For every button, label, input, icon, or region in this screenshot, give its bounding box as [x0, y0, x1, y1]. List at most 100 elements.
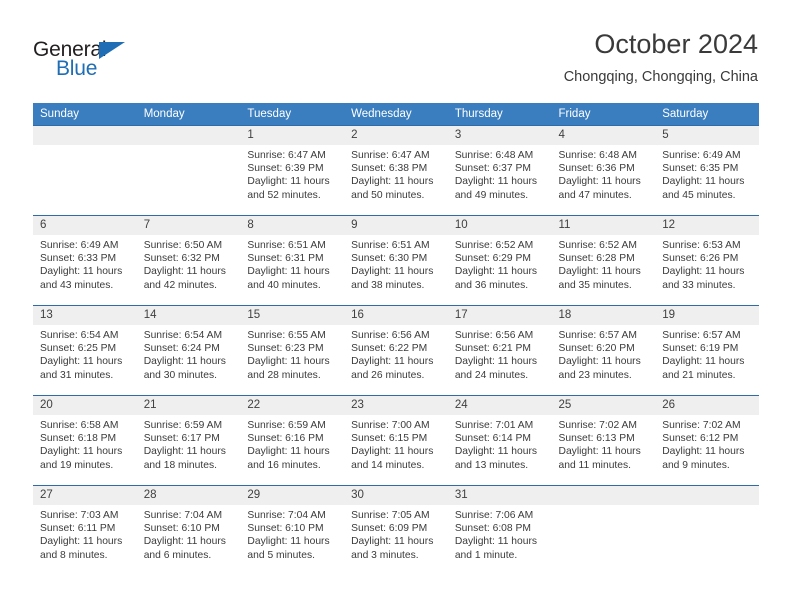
sun-info: Sunrise: 7:06 AM Sunset: 6:08 PM Daylight:…: [448, 505, 552, 562]
sunset-text: Sunset: 6:13 PM: [558, 433, 635, 445]
sunset-text: Sunset: 6:10 PM: [143, 523, 220, 535]
day-number: 1: [240, 126, 345, 145]
calendar-week-row: 1 Sunrise: 6:47 AM Sunset: 6:39 PM Daylight…: [33, 125, 759, 216]
daylight-text-line1: Daylight: 11 hours: [143, 266, 226, 278]
daylight-text-line2: and 11 minutes.: [558, 459, 632, 471]
sun-info: Sunrise: 6:58 AM Sunset: 6:18 PM Daylight:…: [33, 415, 137, 472]
calendar-day-cell[interactable]: 17 Sunrise: 6:56 AM Sunset: 6:21 PM Dayligh…: [447, 305, 552, 396]
calendar-cell-inner: 10 Sunrise: 6:52 AM Sunset: 6:29 PM Dayligh…: [447, 216, 552, 305]
calendar-day-cell[interactable]: 26 Sunrise: 7:02 AM Sunset: 6:12 PM Dayligh…: [655, 395, 759, 486]
calendar-day-cell[interactable]: 22 Sunrise: 6:59 AM Sunset: 6:16 PM Dayligh…: [240, 395, 345, 486]
calendar-cell-inner: [551, 486, 656, 576]
sunset-text: Sunset: 6:24 PM: [143, 343, 220, 355]
sunset-text: Sunset: 6:20 PM: [558, 343, 635, 355]
calendar-day-cell[interactable]: 6 Sunrise: 6:49 AM Sunset: 6:33 PM Daylight…: [33, 215, 137, 306]
sunset-text: Sunset: 6:11 PM: [40, 523, 116, 535]
day-number: 29: [240, 486, 345, 505]
calendar-day-cell[interactable]: 18 Sunrise: 6:57 AM Sunset: 6:20 PM Dayligh…: [551, 305, 656, 396]
sunrise-text: Sunrise: 7:01 AM: [454, 420, 534, 431]
day-number: 24: [447, 396, 552, 415]
daylight-text-line1: Daylight: 11 hours: [143, 536, 226, 548]
sunrise-text: Sunrise: 7:02 AM: [662, 420, 741, 431]
daylight-text-line1: Daylight: 11 hours: [454, 446, 538, 458]
sun-info: Sunrise: 6:56 AM Sunset: 6:21 PM Daylight:…: [448, 325, 552, 382]
day-number: 31: [447, 486, 552, 505]
weekday-header-row: Sunday Monday Tuesday Wednesday Thursday…: [33, 103, 759, 126]
calendar-day-cell[interactable]: 5 Sunrise: 6:49 AM Sunset: 6:35 PM Daylight…: [655, 125, 759, 216]
sun-info: Sunrise: 6:48 AM Sunset: 6:37 PM Daylight:…: [448, 145, 552, 202]
day-number: 26: [655, 396, 759, 415]
calendar-day-cell[interactable]: 24 Sunrise: 7:01 AM Sunset: 6:14 PM Dayligh…: [447, 395, 552, 486]
day-number: 13: [33, 306, 137, 325]
sun-info: Sunrise: 7:02 AM Sunset: 6:12 PM Daylight:…: [655, 415, 759, 472]
daylight-text-line2: and 42 minutes.: [143, 279, 217, 291]
calendar-day-cell[interactable]: 9 Sunrise: 6:51 AM Sunset: 6:30 PM Daylight…: [344, 215, 448, 306]
calendar-day-cell[interactable]: 23 Sunrise: 7:00 AM Sunset: 6:15 PM Dayligh…: [344, 395, 448, 486]
sunrise-text: Sunrise: 7:00 AM: [351, 420, 430, 431]
day-number: 8: [240, 216, 345, 235]
daylight-text-line2: and 8 minutes.: [40, 549, 108, 561]
sun-info: Sunrise: 6:52 AM Sunset: 6:28 PM Daylight:…: [552, 235, 656, 292]
sunset-text: Sunset: 6:25 PM: [40, 343, 117, 355]
calendar-day-cell[interactable]: 19 Sunrise: 6:57 AM Sunset: 6:19 PM Dayligh…: [655, 305, 759, 396]
calendar-day-cell[interactable]: 2 Sunrise: 6:47 AM Sunset: 6:38 PM Daylight…: [344, 125, 448, 216]
logo-triangle-icon: [99, 42, 125, 59]
calendar-day-cell[interactable]: 29 Sunrise: 7:04 AM Sunset: 6:10 PM Dayligh…: [240, 485, 345, 576]
day-number: 27: [33, 486, 137, 505]
calendar-day-cell[interactable]: 16 Sunrise: 6:56 AM Sunset: 6:22 PM Dayligh…: [344, 305, 448, 396]
day-number: 30: [344, 486, 448, 505]
weekday-header-wednesday: Wednesday: [344, 103, 448, 126]
calendar-day-cell[interactable]: 28 Sunrise: 7:04 AM Sunset: 6:10 PM Dayligh…: [136, 485, 241, 576]
sunrise-text: Sunrise: 7:04 AM: [247, 510, 326, 521]
calendar-day-cell[interactable]: 21 Sunrise: 6:59 AM Sunset: 6:17 PM Dayligh…: [136, 395, 241, 486]
calendar-day-cell[interactable]: 12 Sunrise: 6:53 AM Sunset: 6:26 PM Dayligh…: [655, 215, 759, 306]
calendar-cell-inner: 21 Sunrise: 6:59 AM Sunset: 6:17 PM Dayligh…: [136, 396, 241, 485]
logo-text-blue: Blue: [56, 57, 98, 80]
calendar-cell-inner: 23 Sunrise: 7:00 AM Sunset: 6:15 PM Dayligh…: [344, 396, 448, 485]
calendar-day-cell[interactable]: 4 Sunrise: 6:48 AM Sunset: 6:36 PM Daylight…: [551, 125, 656, 216]
weekday-header-monday: Monday: [136, 103, 241, 126]
sunset-text: Sunset: 6:15 PM: [351, 433, 428, 445]
daylight-text-line2: and 36 minutes.: [454, 279, 529, 291]
daylight-text-line2: and 13 minutes.: [454, 459, 529, 471]
calendar-day-cell[interactable]: 25 Sunrise: 7:02 AM Sunset: 6:13 PM Dayligh…: [551, 395, 656, 486]
calendar-day-cell[interactable]: 30 Sunrise: 7:05 AM Sunset: 6:09 PM Dayligh…: [344, 485, 448, 576]
calendar-day-cell[interactable]: 20 Sunrise: 6:58 AM Sunset: 6:18 PM Dayligh…: [33, 395, 137, 486]
calendar-table: Sunday Monday Tuesday Wednesday Thursday…: [33, 103, 759, 576]
calendar-day-cell[interactable]: 1 Sunrise: 6:47 AM Sunset: 6:39 PM Daylight…: [240, 125, 345, 216]
calendar-cell-inner: 18 Sunrise: 6:57 AM Sunset: 6:20 PM Dayligh…: [551, 306, 656, 395]
daylight-text-line2: and 45 minutes.: [662, 189, 736, 201]
sunrise-text: Sunrise: 6:56 AM: [454, 330, 534, 341]
calendar-cell-inner: 9 Sunrise: 6:51 AM Sunset: 6:30 PM Daylight…: [344, 216, 448, 305]
sunset-text: Sunset: 6:36 PM: [558, 163, 635, 175]
calendar-day-cell[interactable]: 15 Sunrise: 6:55 AM Sunset: 6:23 PM Dayligh…: [240, 305, 345, 396]
calendar-day-cell[interactable]: 31 Sunrise: 7:06 AM Sunset: 6:08 PM Dayligh…: [447, 485, 552, 576]
calendar-cell-inner: 24 Sunrise: 7:01 AM Sunset: 6:14 PM Dayligh…: [447, 396, 552, 485]
daylight-text-line2: and 18 minutes.: [143, 459, 217, 471]
daylight-text-line2: and 28 minutes.: [247, 369, 321, 381]
sun-info: Sunrise: 7:00 AM Sunset: 6:15 PM Daylight:…: [344, 415, 448, 472]
calendar-day-cell[interactable]: 7 Sunrise: 6:50 AM Sunset: 6:32 PM Daylight…: [136, 215, 241, 306]
calendar-day-cell[interactable]: 3 Sunrise: 6:48 AM Sunset: 6:37 PM Daylight…: [447, 125, 552, 216]
calendar-week-row: 13 Sunrise: 6:54 AM Sunset: 6:25 PM Dayligh…: [33, 305, 759, 396]
sun-info: Sunrise: 6:57 AM Sunset: 6:20 PM Daylight:…: [552, 325, 656, 382]
sun-info: Sunrise: 6:52 AM Sunset: 6:29 PM Daylight:…: [448, 235, 552, 292]
calendar-cell-inner: 14 Sunrise: 6:54 AM Sunset: 6:24 PM Dayligh…: [136, 306, 241, 395]
weekday-header-saturday: Saturday: [655, 103, 759, 126]
day-number: 11: [551, 216, 656, 235]
sunset-text: Sunset: 6:18 PM: [40, 433, 117, 445]
calendar-day-cell[interactable]: 10 Sunrise: 6:52 AM Sunset: 6:29 PM Dayligh…: [447, 215, 552, 306]
daylight-text-line1: Daylight: 11 hours: [454, 176, 538, 188]
calendar-day-cell[interactable]: 11 Sunrise: 6:52 AM Sunset: 6:28 PM Dayligh…: [551, 215, 656, 306]
sunset-text: Sunset: 6:32 PM: [143, 253, 220, 265]
weekday-header-friday: Friday: [551, 103, 656, 126]
calendar-day-cell[interactable]: 8 Sunrise: 6:51 AM Sunset: 6:31 PM Daylight…: [240, 215, 345, 306]
daylight-text-line1: Daylight: 11 hours: [247, 176, 330, 188]
daylight-text-line1: Daylight: 11 hours: [662, 176, 745, 188]
calendar-day-cell[interactable]: 27 Sunrise: 7:03 AM Sunset: 6:11 PM Dayligh…: [33, 485, 137, 576]
day-number: 15: [240, 306, 345, 325]
daylight-text-line2: and 3 minutes.: [351, 549, 419, 561]
calendar-day-cell[interactable]: 14 Sunrise: 6:54 AM Sunset: 6:24 PM Dayligh…: [136, 305, 241, 396]
calendar-cell-inner: 6 Sunrise: 6:49 AM Sunset: 6:33 PM Daylight…: [33, 216, 137, 305]
calendar-day-cell[interactable]: 13 Sunrise: 6:54 AM Sunset: 6:25 PM Dayligh…: [33, 305, 137, 396]
